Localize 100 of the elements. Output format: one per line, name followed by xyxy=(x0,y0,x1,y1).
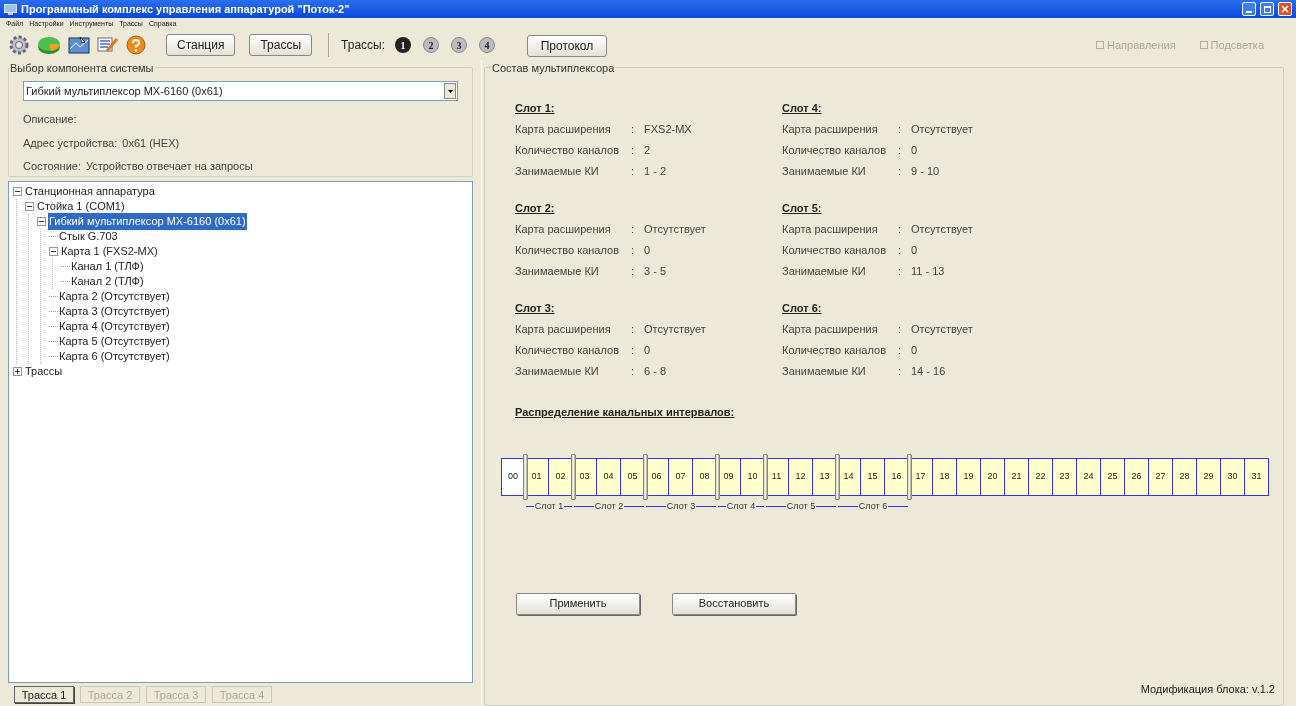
separator: : xyxy=(631,322,636,335)
component-dropdown[interactable]: Гибкий мультиплексор МХ-6160 (0x61) xyxy=(23,81,458,101)
collapse-icon[interactable] xyxy=(13,187,22,196)
divider-handle[interactable] xyxy=(762,453,768,500)
field-label: Количество каналов xyxy=(782,343,887,356)
action-button[interactable]: Восстановить xyxy=(672,592,796,615)
field-value: Отсутствует xyxy=(911,322,973,335)
toolbar-button[interactable]: Станция xyxy=(166,34,236,56)
separator: : xyxy=(898,343,903,356)
field-label: Карта расширения xyxy=(782,122,879,135)
channel-cell: 26 xyxy=(1125,457,1149,496)
separator: : xyxy=(631,222,636,235)
collapse-icon[interactable] xyxy=(25,202,34,211)
action-button[interactable]: Применить xyxy=(516,592,640,615)
slot-span-label: Слот 1 xyxy=(533,499,565,513)
field-label: Занимаемые КИ xyxy=(515,264,600,277)
field-label: Карта расширения xyxy=(515,122,612,135)
tree-item[interactable]: Стык G.703 xyxy=(58,228,119,245)
separator: : xyxy=(631,164,636,177)
collapse-icon[interactable] xyxy=(37,217,46,226)
toolbar-button[interactable]: Трассы xyxy=(249,34,313,56)
field-value: 0 xyxy=(911,143,918,156)
trace-number-button[interactable]: 3 xyxy=(451,37,467,53)
field-label: Количество каналов xyxy=(515,343,620,356)
slot-span-label: Слот 4 xyxy=(725,499,757,513)
slot-title: Слот 6: xyxy=(782,301,822,314)
tree-item[interactable]: Карта 6 (Отсутствует) xyxy=(58,348,171,365)
field-value: 0x61 (HEX) xyxy=(122,135,180,151)
collapse-icon[interactable] xyxy=(49,247,58,256)
slot-span-label: Слот 5 xyxy=(785,499,817,513)
dimension-line xyxy=(574,506,594,507)
app-icon xyxy=(4,3,17,15)
field-label: Адрес устройства: xyxy=(23,135,118,151)
checkbox-label: Подсветка xyxy=(1210,37,1264,53)
divider-handle[interactable] xyxy=(834,453,840,500)
trace-number-button[interactable]: 4 xyxy=(479,37,495,53)
trace-tab[interactable]: Трасса 1 xyxy=(14,686,74,703)
settings-icon[interactable] xyxy=(8,34,30,56)
separator: : xyxy=(898,243,903,256)
protocol-button[interactable]: Протокол xyxy=(527,35,607,57)
separator: : xyxy=(631,364,636,377)
map-icon[interactable] xyxy=(68,35,90,55)
divider-handle[interactable] xyxy=(522,453,528,500)
close-button[interactable] xyxy=(1278,2,1292,16)
divider-handle[interactable] xyxy=(714,453,720,500)
channel-cell: 28 xyxy=(1173,457,1197,496)
channel-cell: 19 xyxy=(957,457,981,496)
tree-item[interactable]: Трассы xyxy=(24,363,64,380)
channel-cell: 27 xyxy=(1149,457,1173,496)
trace-number-button[interactable]: 1 xyxy=(395,37,411,53)
tree-item[interactable]: Карта 1 (FXS2-MX) xyxy=(60,243,159,260)
field-label: Количество каналов xyxy=(515,143,620,156)
expand-icon[interactable] xyxy=(13,367,22,376)
slot-title: Слот 1: xyxy=(515,101,555,114)
tree-item[interactable]: Карта 5 (Отсутствует) xyxy=(58,333,171,350)
dimension-line xyxy=(526,506,534,507)
maximize-button[interactable] xyxy=(1260,2,1274,16)
divider-handle[interactable] xyxy=(570,453,576,500)
channel-cell: 05 xyxy=(621,457,645,496)
tree-item[interactable]: Карта 3 (Отсутствует) xyxy=(58,303,171,320)
field-label: Занимаемые КИ xyxy=(782,364,867,377)
tree-item[interactable]: Карта 2 (Отсутствует) xyxy=(58,288,171,305)
tree-item[interactable]: Стойка 1 (COM1) xyxy=(36,198,126,215)
dimension-line xyxy=(766,506,786,507)
section-title: Распределение канальных интервалов: xyxy=(515,405,735,420)
field-label: Количество каналов xyxy=(782,243,887,256)
tree-item[interactable]: Канал 1 (ТЛФ) xyxy=(70,258,145,275)
field-label: Количество каналов xyxy=(515,243,620,256)
slot-title: Слот 5: xyxy=(782,201,822,214)
channel-cell: 23 xyxy=(1053,457,1077,496)
channel-cell: 24 xyxy=(1077,457,1101,496)
divider-handle[interactable] xyxy=(642,453,648,500)
field-label: Занимаемые КИ xyxy=(782,264,867,277)
channel-cell: 16 xyxy=(885,457,909,496)
channel-cell: 04 xyxy=(597,457,621,496)
help-icon[interactable] xyxy=(126,35,146,55)
slot-span-label: Слот 6 xyxy=(857,499,889,513)
tree-item[interactable]: Гибкий мультиплексор МХ-6160 (0x61) xyxy=(48,213,247,230)
channel-cell: 29 xyxy=(1197,457,1221,496)
field-value: 0 xyxy=(911,243,918,256)
dimension-line xyxy=(696,506,716,507)
trace-number-button[interactable]: 2 xyxy=(423,37,439,53)
tree-item[interactable]: Канал 2 (ТЛФ) xyxy=(70,273,145,290)
divider-handle[interactable] xyxy=(906,453,912,500)
channel-cell: 07 xyxy=(669,457,693,496)
tree-item[interactable]: Станционная аппаратура xyxy=(24,183,156,200)
field-value: 1 - 2 xyxy=(644,164,666,177)
channel-cell: 15 xyxy=(861,457,885,496)
field-value: Отсутствует xyxy=(911,122,973,135)
dimension-line xyxy=(646,506,666,507)
field-label: Карта расширения xyxy=(515,222,612,235)
separator: : xyxy=(898,164,903,177)
minimize-button[interactable] xyxy=(1242,2,1256,16)
tree-item[interactable]: Карта 4 (Отсутствует) xyxy=(58,318,171,335)
notes-wrench-icon[interactable] xyxy=(97,35,119,55)
channel-cell: 08 xyxy=(693,457,717,496)
checkbox-label: Направления xyxy=(1107,37,1176,53)
dimension-line xyxy=(564,506,572,507)
pie-chart-icon[interactable] xyxy=(37,35,61,55)
field-value: 0 xyxy=(644,243,651,256)
